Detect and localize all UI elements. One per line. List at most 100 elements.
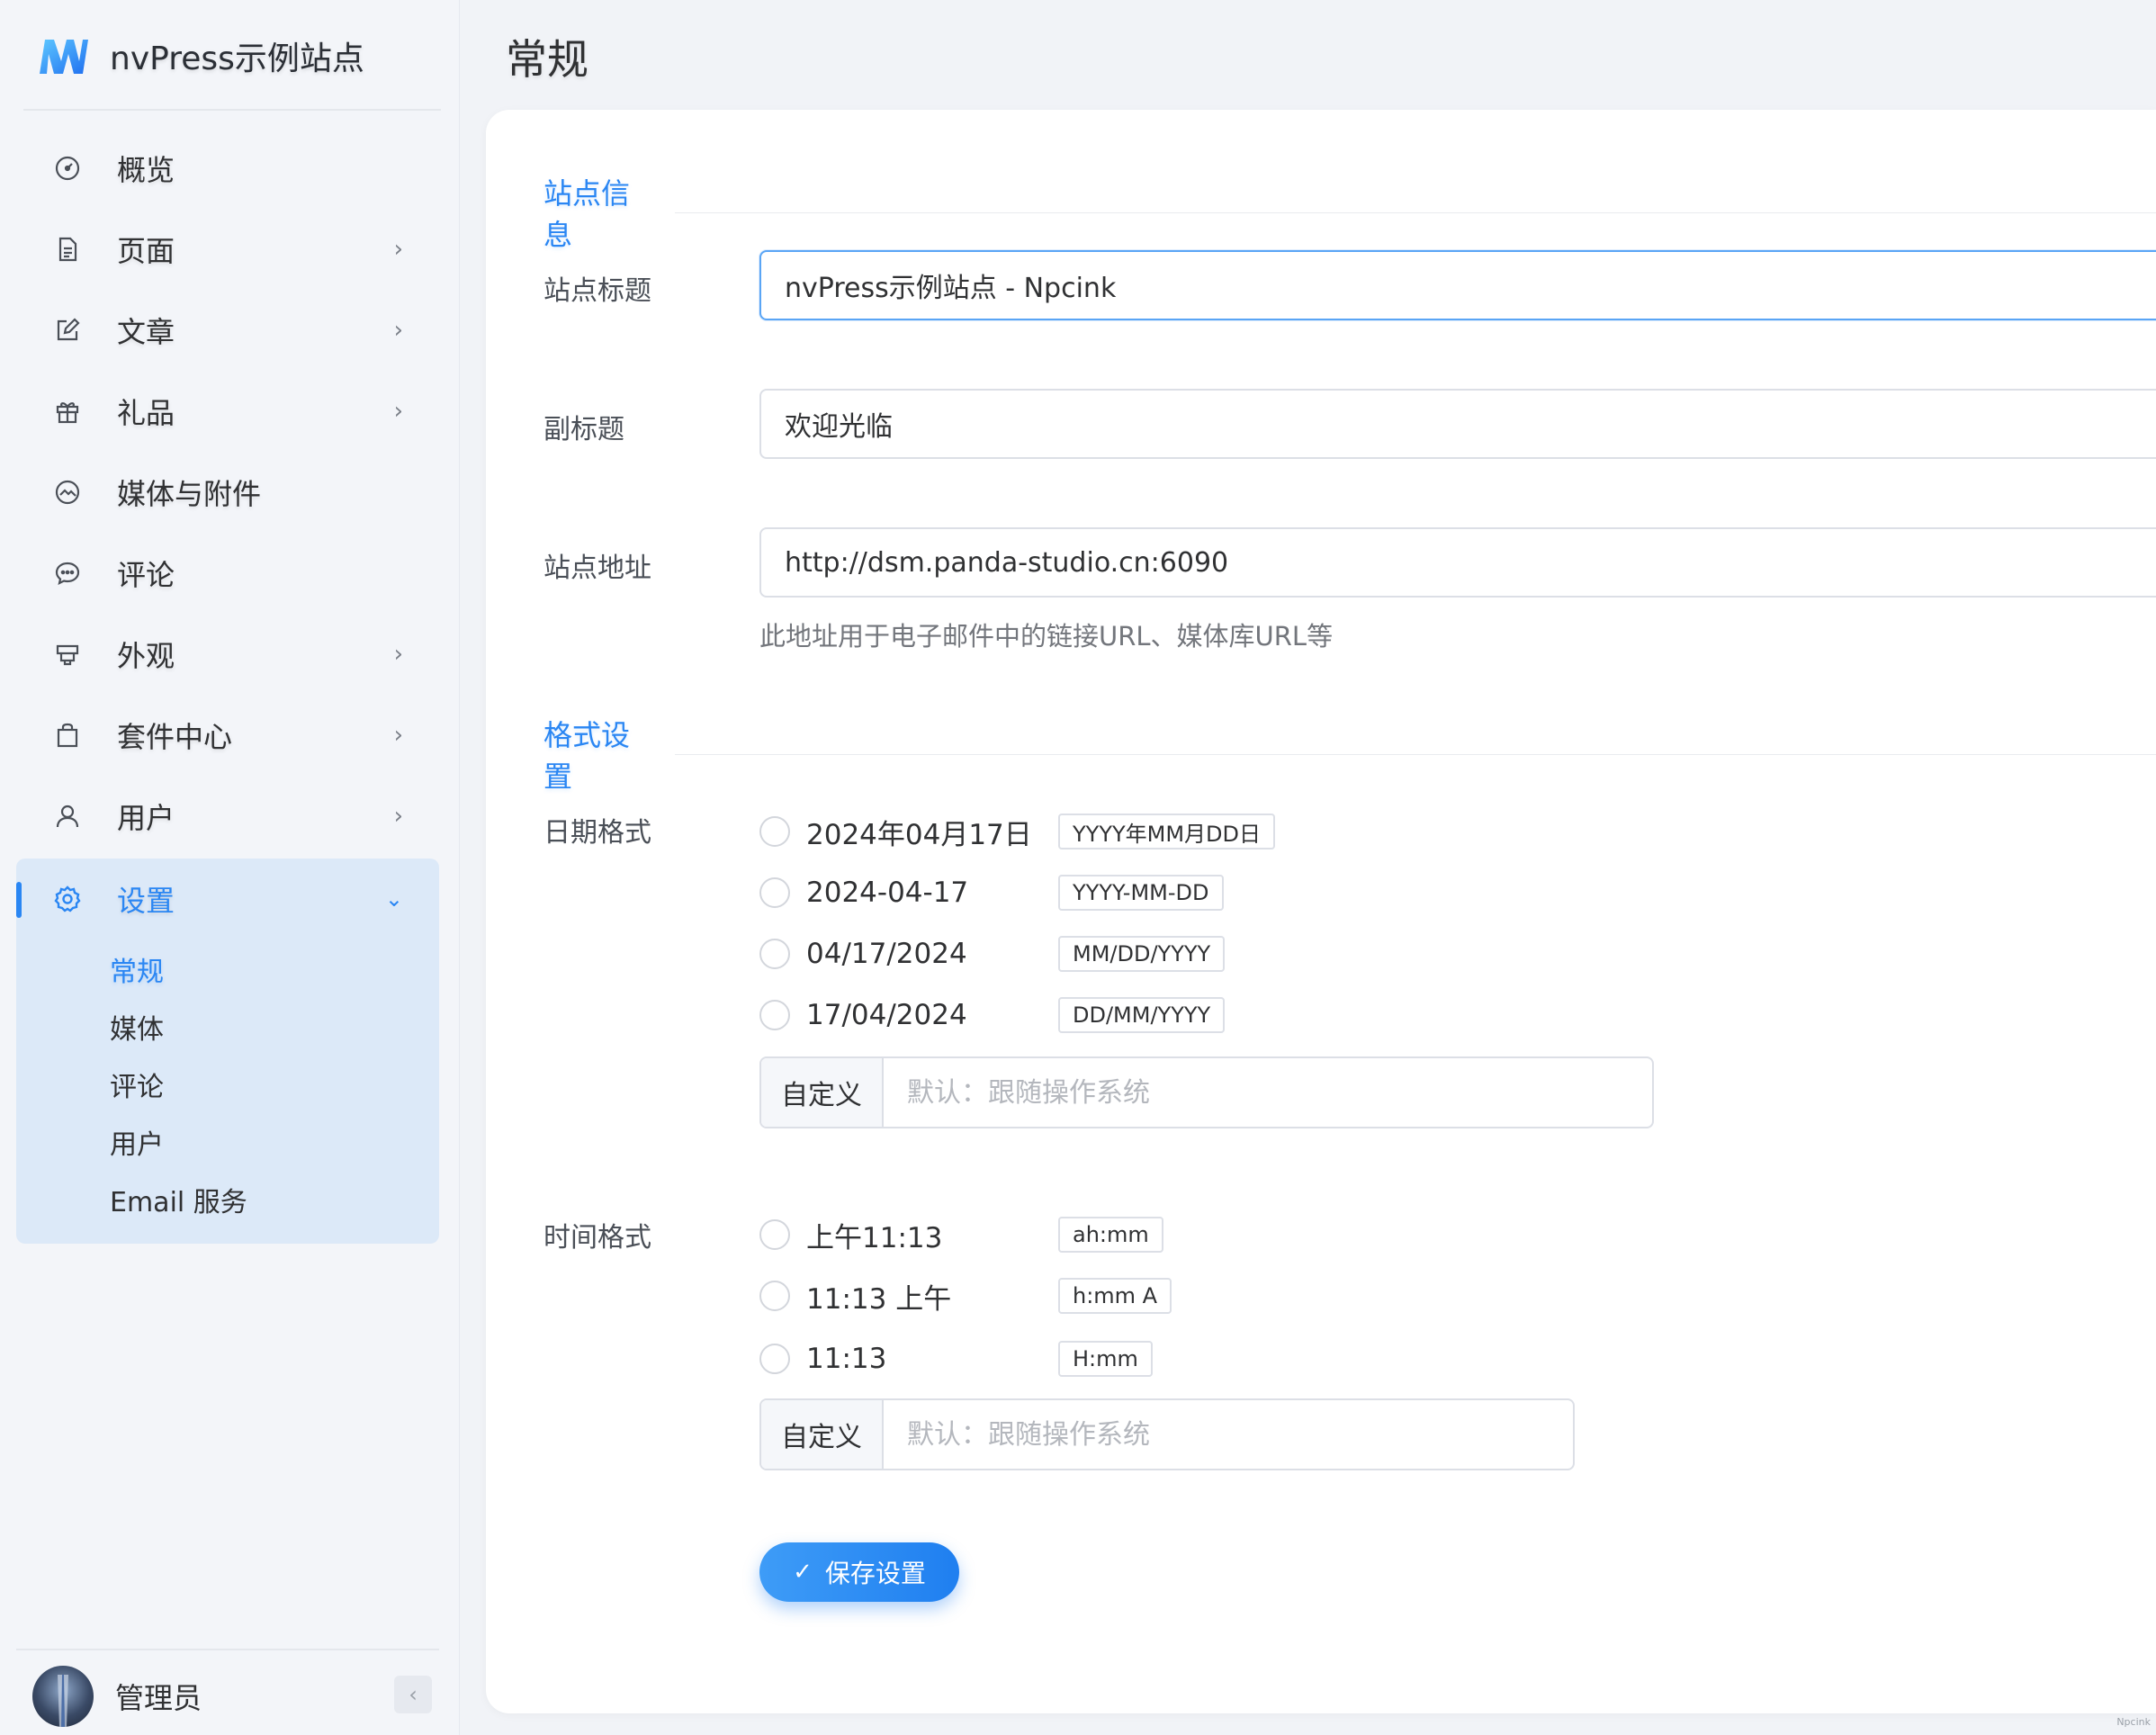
chevron-right-icon: ›	[393, 317, 403, 344]
radio-button[interactable]	[759, 1000, 790, 1030]
sidebar-group-settings: 设置 ⌄ 常规 媒体 评论 用户 Email 服务	[16, 859, 439, 1244]
save-settings-button[interactable]: ✓ 保存设置	[759, 1542, 959, 1602]
subtitle-label: 副标题	[543, 414, 624, 445]
time-format-label: 时间格式	[543, 1222, 651, 1254]
option-value: 上午11:13	[806, 1221, 943, 1254]
sidebar-item-media[interactable]: 媒体与附件	[18, 452, 439, 533]
chevron-right-icon: ›	[393, 236, 403, 263]
format-tag: H:mm	[1058, 1341, 1153, 1377]
date-format-option[interactable]: 2024年04月17日	[759, 814, 1032, 851]
radio-button[interactable]	[759, 1281, 790, 1311]
time-format-option[interactable]: 11:13	[759, 1341, 886, 1377]
watermark: Npcink	[2116, 1716, 2151, 1728]
site-url-hint: 此地址用于电子邮件中的链接URL、媒体库URL等	[759, 621, 1334, 652]
sidebar-item-label: 文章	[117, 315, 175, 349]
sidebar-item-label: 套件中心	[117, 720, 233, 754]
sidebar-item-label: 评论	[117, 558, 175, 592]
sidebar-item-label: 页面	[117, 234, 175, 268]
sidebar-item-label: 设置	[117, 884, 175, 918]
radio-button[interactable]	[759, 939, 790, 969]
site-url-label: 站点地址	[543, 553, 651, 584]
divider	[674, 211, 2156, 213]
section-title: 站点信息	[543, 176, 631, 252]
sidebar-subitem-general[interactable]: 常规	[110, 950, 164, 995]
site-url-input[interactable]: http://dsm.panda-studio.cn:6090	[759, 527, 2156, 598]
format-tag: DD/MM/YYYY	[1058, 997, 1226, 1033]
chevron-right-icon: ›	[393, 641, 403, 668]
site-name: nvPress示例站点	[110, 40, 364, 77]
option-value: 2024-04-17	[806, 876, 969, 909]
settings-card	[486, 110, 2156, 1713]
user-icon	[50, 799, 85, 833]
custom-prefix: 自定义	[761, 1058, 884, 1127]
site-title-label: 站点标题	[543, 275, 651, 307]
gift-icon	[50, 394, 85, 428]
sidebar-item-settings[interactable]: 设置 ⌄	[16, 859, 439, 939]
chevron-right-icon: ›	[393, 722, 403, 749]
date-format-option[interactable]: 2024-04-17	[759, 875, 968, 911]
radio-button[interactable]	[759, 816, 790, 847]
sidebar-item-label: 概览	[117, 153, 175, 187]
nvpress-logo-icon	[34, 31, 90, 81]
page-title: 常规	[506, 35, 588, 84]
format-tag: YYYY-MM-DD	[1058, 875, 1224, 911]
brand[interactable]: nvPress示例站点	[34, 31, 364, 81]
dashboard-icon	[50, 151, 85, 185]
option-value: 11:13 上午	[806, 1282, 952, 1316]
sidebar-subitem-users[interactable]: 用户	[110, 1123, 164, 1168]
sidebar-item-label: 礼品	[117, 396, 175, 430]
option-value: 04/17/2024	[806, 938, 967, 970]
date-custom-input[interactable]	[884, 1058, 1652, 1127]
sidebar-item-pages[interactable]: 页面 ›	[18, 209, 439, 290]
chevron-down-icon: ⌄	[384, 886, 403, 912]
sidebar-item-users[interactable]: 用户 ›	[18, 776, 439, 857]
time-format-option[interactable]: 上午11:13	[759, 1217, 942, 1254]
divider	[23, 109, 441, 111]
avatar	[32, 1666, 94, 1727]
appearance-icon	[50, 637, 85, 671]
sidebar-subitem-comments[interactable]: 评论	[110, 1065, 164, 1110]
option-value: 2024年04月17日	[806, 818, 1032, 851]
time-format-option[interactable]: 11:13 上午	[759, 1278, 951, 1316]
sidebar-item-comments[interactable]: 评论	[18, 533, 439, 614]
custom-prefix: 自定义	[761, 1400, 884, 1469]
format-tag: YYYY年MM月DD日	[1058, 814, 1276, 850]
gear-icon	[50, 882, 85, 916]
chevron-right-icon: ›	[393, 803, 403, 830]
collapse-sidebar-button[interactable]: ‹	[394, 1676, 432, 1713]
site-title-input[interactable]: nvPress示例站点 - Npcink	[759, 250, 2156, 320]
sidebar-subitem-email[interactable]: Email 服务	[110, 1181, 247, 1226]
option-value: 11:13	[806, 1343, 887, 1375]
subtitle-input[interactable]: 欢迎光临	[759, 389, 2156, 459]
input-value: http://dsm.panda-studio.cn:6090	[785, 546, 1229, 579]
date-custom-input-group: 自定义	[759, 1056, 1654, 1128]
date-format-label: 日期格式	[543, 817, 651, 849]
time-custom-input-group: 自定义	[759, 1398, 1575, 1470]
radio-button[interactable]	[759, 877, 790, 908]
edit-icon	[50, 313, 85, 347]
sidebar-nav: 概览 页面 › 文章 › 礼品 › 媒体与附件 评论 外观 › 套件中心 › 用…	[18, 128, 439, 857]
time-custom-input[interactable]	[884, 1400, 1573, 1469]
sidebar: nvPress示例站点 概览 页面 › 文章 › 礼品 › 媒体与附件 评论 外…	[0, 0, 460, 1735]
sidebar-item-label: 用户	[117, 801, 175, 835]
date-format-option[interactable]: 17/04/2024	[759, 997, 967, 1033]
radio-button[interactable]	[759, 1219, 790, 1250]
sidebar-item-appearance[interactable]: 外观 ›	[18, 614, 439, 695]
sidebar-item-posts[interactable]: 文章 ›	[18, 290, 439, 371]
sidebar-item-label: 媒体与附件	[117, 477, 262, 511]
sidebar-item-suite-center[interactable]: 套件中心 ›	[18, 695, 439, 776]
comment-icon	[50, 556, 85, 590]
input-value: 欢迎光临	[785, 411, 893, 443]
user-profile[interactable]: 管理员	[32, 1665, 202, 1728]
sidebar-subitem-media[interactable]: 媒体	[110, 1008, 164, 1053]
radio-button[interactable]	[759, 1344, 790, 1374]
chevron-right-icon: ›	[393, 398, 403, 425]
page-icon	[50, 232, 85, 266]
media-icon	[50, 475, 85, 509]
format-tag: ah:mm	[1058, 1217, 1163, 1253]
section-site-info: 站点信息	[543, 171, 2156, 254]
sidebar-item-gifts[interactable]: 礼品 ›	[18, 371, 439, 452]
sidebar-item-overview[interactable]: 概览	[18, 128, 439, 209]
sidebar-item-label: 外观	[117, 639, 175, 673]
date-format-option[interactable]: 04/17/2024	[759, 936, 967, 972]
